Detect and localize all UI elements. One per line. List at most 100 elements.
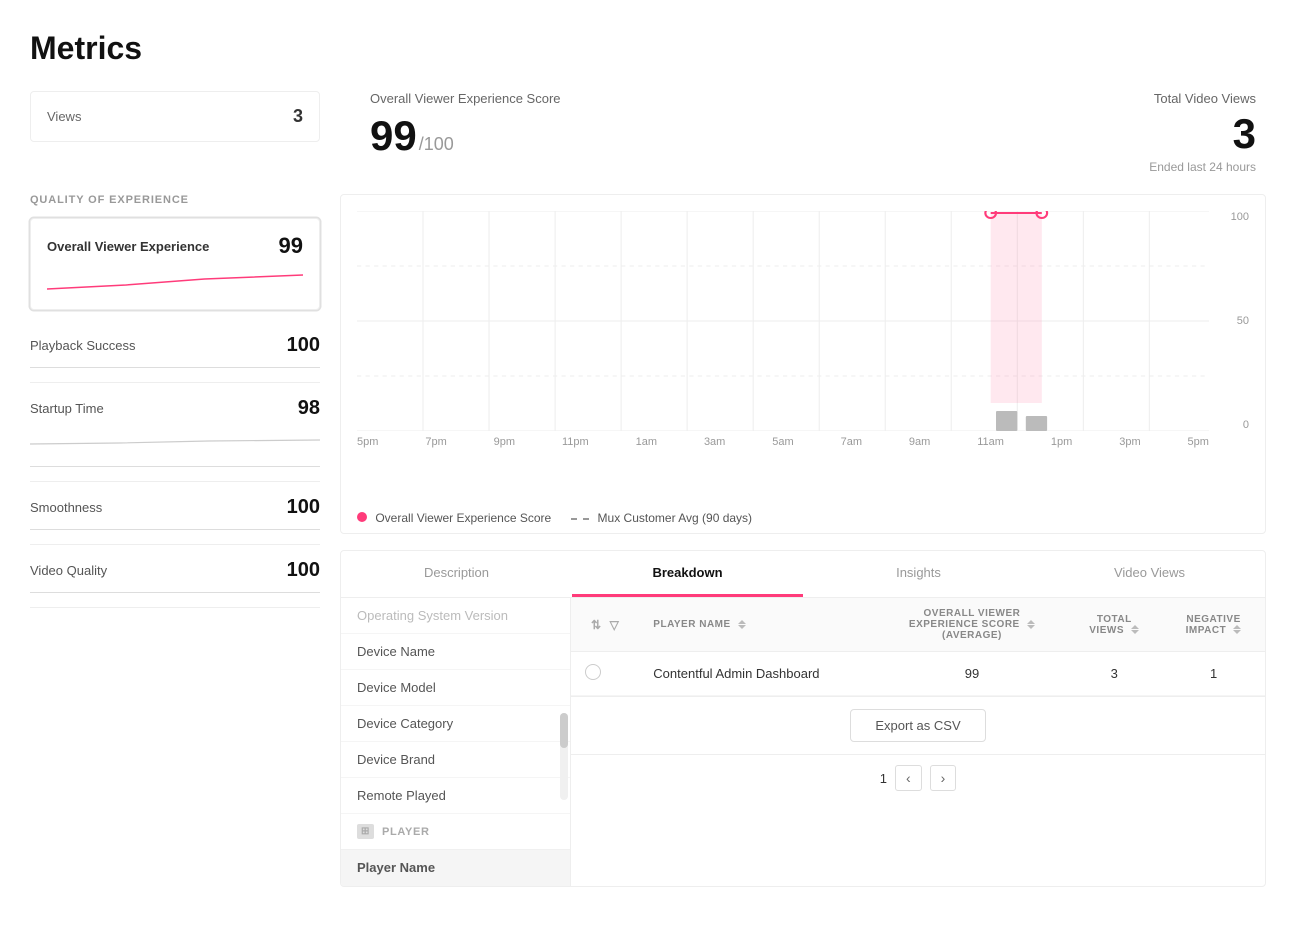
metric-name-overall: Overall Viewer Experience (47, 239, 209, 254)
sidebar-item-player-name[interactable]: Player Name (341, 850, 570, 886)
score-denom: /100 (419, 134, 454, 155)
td-checkbox[interactable] (571, 652, 639, 696)
tab-description[interactable]: Description (341, 551, 572, 597)
scrollbar[interactable] (560, 713, 568, 799)
score-card: Overall Viewer Experience Score 99 /100 (350, 91, 1139, 160)
sort-player-name (738, 620, 746, 629)
metric-value-startup: 98 (298, 397, 320, 420)
sidebar-section-icon: ⊞ (357, 824, 374, 839)
sort-icon: ⇅ (591, 618, 602, 632)
legend-score-label: Overall Viewer Experience Score (375, 511, 551, 525)
x-label-5pm-end: 5pm (1188, 436, 1209, 481)
metric-value-smoothness: 100 (287, 496, 320, 519)
score-big: 99 (370, 112, 417, 160)
metric-value-playback: 100 (287, 334, 320, 357)
sparkline-startup (30, 428, 320, 456)
left-panel: QUALITY OF EXPERIENCE Overall Viewer Exp… (30, 194, 340, 887)
metric-item-startup[interactable]: Startup Time 98 (30, 383, 320, 482)
pagination: 1 ‹ › (571, 754, 1265, 801)
total-views-sub: Ended last 24 hours (1149, 160, 1256, 174)
td-total-views: 3 (1066, 652, 1162, 696)
chart-svg (357, 211, 1209, 431)
sort-score (1027, 620, 1035, 629)
td-negative-impact: 1 (1162, 652, 1265, 696)
td-score: 99 (877, 652, 1066, 696)
th-score[interactable]: OVERALL VIEWEREXPERIENCE SCORE (AVERAGE) (877, 598, 1066, 652)
legend-avg-indicator: Mux Customer Avg (90 days) (571, 511, 752, 525)
tab-insights[interactable]: Insights (803, 551, 1034, 597)
score-label: Overall Viewer Experience Score (370, 91, 1119, 106)
table-section: Description Breakdown Insights Video Vie… (340, 550, 1266, 887)
sort-negative-impact (1233, 625, 1241, 634)
total-views-value: 3 (1149, 110, 1256, 158)
next-page-button[interactable]: › (930, 765, 957, 791)
legend-score-indicator: Overall Viewer Experience Score (357, 511, 551, 525)
page-number: 1 (880, 771, 887, 786)
right-panel: 100 50 0 (340, 194, 1266, 887)
sparkline-overall (47, 267, 303, 295)
legend-avg-label: Mux Customer Avg (90 days) (598, 511, 753, 525)
x-label-9pm: 9pm (494, 436, 515, 481)
sidebar-item-os-version[interactable]: Operating System Version (341, 598, 570, 634)
x-label-11am: 11am (977, 436, 1004, 481)
th-total-views[interactable]: TOTALVIEWS (1066, 598, 1162, 652)
x-label-5pm: 5pm (357, 436, 378, 481)
x-label-1am: 1am (636, 436, 657, 481)
sidebar-item-device-model[interactable]: Device Model (341, 670, 570, 706)
y-label-100: 100 (1214, 211, 1249, 223)
sidebar-item-remote-played[interactable]: Remote Played (341, 778, 570, 814)
table-header-row: ⇅ ▽ PLAYER NAME (571, 598, 1265, 652)
metric-name-videoquality: Video Quality (30, 563, 107, 578)
y-label-50: 50 (1214, 315, 1249, 327)
sort-total-views (1131, 625, 1139, 634)
x-label-11pm: 11pm (562, 436, 589, 481)
x-label-3pm: 3pm (1119, 436, 1140, 481)
views-label: Views (47, 109, 81, 124)
table-layout: Operating System Version Device Name Dev… (341, 598, 1265, 886)
sidebar-section-label: PLAYER (382, 826, 430, 838)
metric-name-playback: Playback Success (30, 338, 136, 353)
total-views-card: Total Video Views 3 Ended last 24 hours (1139, 91, 1266, 174)
export-csv-button[interactable]: Export as CSV (850, 709, 985, 742)
chart-area: 100 50 0 (340, 194, 1266, 534)
table-main: ⇅ ▽ PLAYER NAME (571, 598, 1265, 886)
views-card: Views 3 (30, 91, 320, 142)
tab-video-views[interactable]: Video Views (1034, 551, 1265, 597)
tab-bar: Description Breakdown Insights Video Vie… (341, 551, 1265, 598)
x-label-7am: 7am (841, 436, 862, 481)
x-label-5am: 5am (772, 436, 793, 481)
th-negative-impact[interactable]: NEGATIVEIMPACT (1162, 598, 1265, 652)
y-label-0: 0 (1214, 419, 1249, 431)
th-player-name[interactable]: PLAYER NAME (639, 598, 877, 652)
th-checkbox: ⇅ ▽ (571, 598, 639, 652)
views-value: 3 (293, 106, 303, 127)
metric-item-playback[interactable]: Playback Success 100 (30, 320, 320, 383)
x-label-9am: 9am (909, 436, 930, 481)
export-row: Export as CSV (571, 696, 1265, 754)
sidebar-section-player: ⊞ PLAYER (341, 814, 570, 850)
total-views-label: Total Video Views (1149, 91, 1256, 106)
scrollbar-thumb (560, 713, 568, 748)
sidebar-item-device-brand[interactable]: Device Brand (341, 742, 570, 778)
metric-item-smoothness[interactable]: Smoothness 100 (30, 482, 320, 545)
page-title: Metrics (30, 30, 1266, 67)
filter-icon: ▽ (610, 618, 620, 632)
x-label-3am: 3am (704, 436, 725, 481)
data-table: ⇅ ▽ PLAYER NAME (571, 598, 1265, 696)
metric-value-videoquality: 100 (287, 559, 320, 582)
x-label-7pm: 7pm (425, 436, 446, 481)
row-checkbox[interactable] (585, 664, 601, 680)
metric-item-videoquality[interactable]: Video Quality 100 (30, 545, 320, 608)
td-player-name: Contentful Admin Dashboard (639, 652, 877, 696)
metric-name-startup: Startup Time (30, 401, 104, 416)
table-row[interactable]: Contentful Admin Dashboard 99 3 1 (571, 652, 1265, 696)
sidebar-item-device-category[interactable]: Device Category (341, 706, 570, 742)
metric-value-overall: 99 (279, 233, 303, 259)
metric-name-smoothness: Smoothness (30, 500, 102, 515)
tab-breakdown[interactable]: Breakdown (572, 551, 803, 597)
metric-card-overall[interactable]: Overall Viewer Experience 99 (30, 218, 320, 310)
prev-page-button[interactable]: ‹ (895, 765, 922, 791)
sidebar-item-device-name[interactable]: Device Name (341, 634, 570, 670)
x-label-1pm: 1pm (1051, 436, 1072, 481)
sidebar-list: Operating System Version Device Name Dev… (341, 598, 571, 886)
